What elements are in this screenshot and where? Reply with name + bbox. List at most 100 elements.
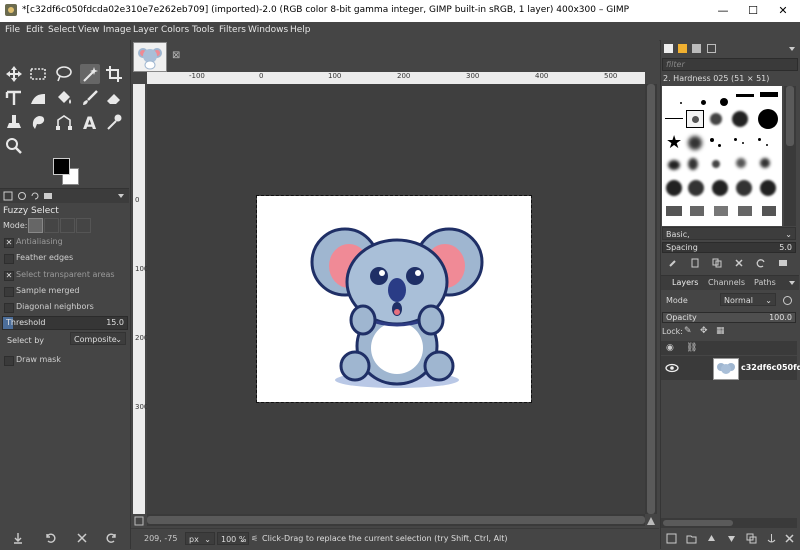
lock-position-icon[interactable]: ✥ (700, 326, 708, 336)
menu-file[interactable]: File (5, 25, 20, 35)
antialiasing-checkbox[interactable]: ✕ (4, 238, 14, 248)
antialiasing-option[interactable]: ✕ Antialiasing (0, 235, 128, 251)
horizontal-scroll-thumb[interactable] (147, 516, 645, 524)
rect-select-tool-icon[interactable] (28, 64, 48, 84)
brush-item[interactable] (758, 109, 778, 129)
lock-alpha-icon[interactable]: ▦ (716, 326, 725, 336)
brush-item[interactable] (688, 136, 702, 150)
raise-layer-icon[interactable] (706, 533, 717, 544)
brush-item[interactable] (710, 113, 722, 125)
threshold-slider[interactable]: Threshold 15.0 (2, 316, 128, 330)
image-tab-thumbnail[interactable] (133, 42, 167, 72)
mode-replace-icon[interactable] (28, 218, 43, 233)
lasso-tool-icon[interactable] (54, 64, 74, 84)
undo-history-tab-icon[interactable] (30, 191, 40, 201)
brush-item[interactable] (712, 180, 728, 196)
navigate-icon[interactable] (646, 516, 656, 526)
spacing-slider[interactable]: Spacing 5.0 (662, 242, 796, 253)
new-layer-icon[interactable] (666, 533, 677, 544)
refresh-brushes-icon[interactable] (756, 258, 766, 268)
brush-item[interactable] (732, 111, 748, 127)
brush-item[interactable] (688, 180, 704, 196)
fuzzy-select-tool-icon[interactable] (80, 64, 100, 84)
brush-item[interactable] (720, 98, 728, 106)
sample-merged-option[interactable]: Sample merged (0, 284, 128, 300)
path-tool-icon[interactable] (54, 112, 74, 132)
close-image-tab-icon[interactable]: ⊠ (172, 50, 180, 61)
eye-icon[interactable] (665, 363, 679, 373)
draw-mask-option[interactable]: Draw mask (0, 353, 128, 369)
tab-channels[interactable]: Channels (708, 278, 745, 287)
brush-item[interactable] (760, 92, 778, 97)
brush-item[interactable] (736, 180, 752, 196)
sample-merged-checkbox[interactable] (4, 287, 14, 297)
move-tool-icon[interactable] (4, 64, 24, 84)
opacity-slider[interactable]: Opacity 100.0 (662, 312, 796, 323)
maximize-button[interactable]: ☐ (738, 0, 768, 22)
diagonal-neighbors-checkbox[interactable] (4, 303, 14, 313)
lower-layer-icon[interactable] (726, 533, 737, 544)
text-tool-icon[interactable]: A (80, 112, 100, 134)
restore-options-icon[interactable] (44, 532, 56, 544)
crop-tool-icon[interactable] (104, 64, 124, 84)
image-canvas[interactable] (256, 195, 532, 403)
brush-preset-dropdown[interactable]: Basic, ⌄ (662, 227, 796, 240)
menu-colors[interactable]: Colors (161, 25, 189, 35)
unit-dropdown[interactable]: px ⌄ (185, 532, 215, 545)
tool-options-tab-icon[interactable] (3, 191, 13, 201)
brush-item[interactable] (760, 158, 770, 168)
vertical-scrollbar[interactable] (645, 84, 657, 514)
menu-image[interactable]: Image (103, 25, 131, 35)
select-by-dropdown[interactable]: Composite ⌄ (70, 332, 126, 345)
bucket-fill-tool-icon[interactable] (54, 88, 74, 108)
brushes-scrollbar[interactable] (784, 86, 796, 226)
brush-item[interactable] (718, 144, 721, 147)
brush-grid[interactable]: ★ (662, 86, 782, 226)
draw-mask-checkbox[interactable] (4, 356, 14, 366)
document-history-tab-icon[interactable] (707, 44, 716, 53)
layer-mode-dropdown[interactable]: Normal ⌄ (720, 293, 776, 306)
edit-brush-icon[interactable] (668, 258, 678, 268)
tab-menu-icon[interactable] (787, 278, 797, 288)
diagonal-neighbors-option[interactable]: Diagonal neighbors (0, 300, 128, 316)
duplicate-layer-icon[interactable] (746, 533, 757, 544)
new-brush-icon[interactable] (690, 258, 700, 268)
menu-filters[interactable]: Filters (219, 25, 246, 35)
brush-item[interactable] (742, 142, 744, 144)
lock-pixels-icon[interactable]: ✎ (684, 326, 692, 336)
anchor-layer-icon[interactable] (766, 533, 777, 544)
feather-edges-checkbox[interactable] (4, 254, 14, 264)
mode-subtract-icon[interactable] (60, 218, 75, 233)
brush-item[interactable] (666, 180, 682, 196)
duplicate-brush-icon[interactable] (712, 258, 722, 268)
tab-paths[interactable]: Paths (754, 278, 776, 287)
smudge-tool-icon[interactable] (28, 112, 48, 132)
layer-mode-switch-icon[interactable] (782, 295, 793, 306)
select-transparent-option[interactable]: ✕ Select transparent areas (0, 268, 128, 284)
brush-item[interactable]: ★ (666, 134, 682, 152)
menu-layer[interactable]: Layer (133, 25, 158, 35)
tab-layers[interactable]: Layers (672, 278, 698, 287)
brush-item[interactable] (736, 158, 746, 168)
brush-item[interactable] (712, 160, 720, 168)
menu-tools[interactable]: Tools (192, 25, 214, 35)
menu-view[interactable]: View (78, 25, 99, 35)
zoom-tool-icon[interactable] (4, 136, 24, 156)
brushes-tab-icon[interactable] (664, 44, 673, 53)
mode-add-icon[interactable] (44, 218, 59, 233)
warp-transform-tool-icon[interactable] (28, 88, 48, 108)
color-picker-tool-icon[interactable] (104, 112, 124, 132)
layers-scroll-thumb[interactable] (663, 520, 733, 526)
device-status-tab-icon[interactable] (17, 191, 27, 201)
horizontal-scrollbar[interactable] (147, 514, 645, 526)
brush-item[interactable] (701, 100, 706, 105)
brush-item[interactable] (665, 118, 683, 119)
brush-item[interactable] (758, 138, 761, 141)
brush-item[interactable] (762, 206, 776, 216)
layer-row[interactable]: c32df6c050fdc (661, 356, 800, 380)
brush-as-image-icon[interactable] (778, 258, 788, 268)
fonts-tab-icon[interactable] (692, 44, 701, 53)
brush-item[interactable] (666, 206, 682, 216)
clone-tool-icon[interactable] (4, 112, 24, 132)
save-options-icon[interactable] (12, 532, 24, 544)
